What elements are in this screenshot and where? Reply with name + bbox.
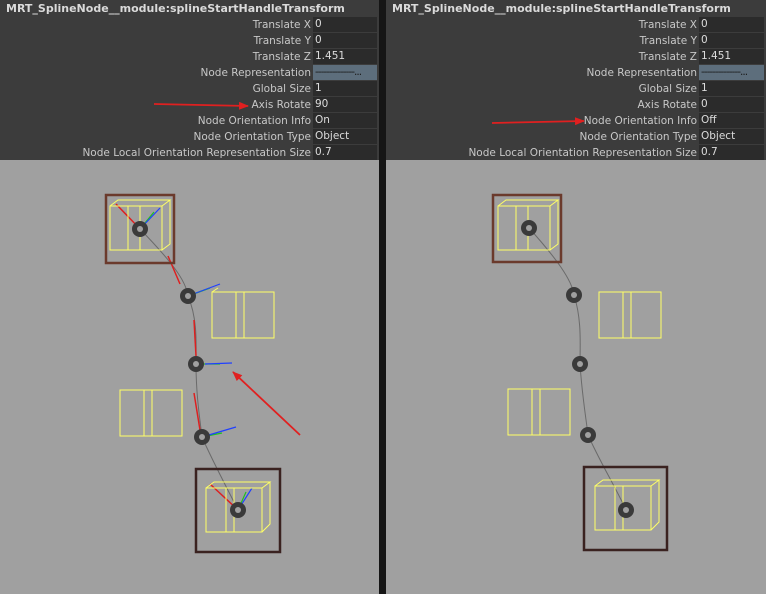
annotation-arrow <box>491 117 585 126</box>
annotation-arrow <box>232 371 301 436</box>
spline-node <box>618 502 634 518</box>
spline-node <box>180 288 196 304</box>
wire-box-right <box>211 287 275 339</box>
spline-node <box>132 221 148 237</box>
spline-node <box>572 356 588 372</box>
wire-box-left <box>507 388 571 436</box>
spline-node <box>580 427 596 443</box>
annotation-arrow <box>153 101 249 110</box>
viewport-right-scene <box>491 117 669 552</box>
right-panel: MRT_SplineNode__module:splineStartHandle… <box>386 0 766 594</box>
viewport-left-scene <box>104 101 301 554</box>
spline-node <box>194 429 210 445</box>
spline-node <box>566 287 582 303</box>
axis-line-blue <box>204 362 233 365</box>
spline-node <box>521 220 537 236</box>
wire-box-right <box>598 291 662 339</box>
spline-node <box>230 502 246 518</box>
wire-box-left <box>119 389 183 437</box>
spline-node <box>188 356 204 372</box>
left-panel: MRT_SplineNode__module:splineStartHandle… <box>0 0 379 594</box>
